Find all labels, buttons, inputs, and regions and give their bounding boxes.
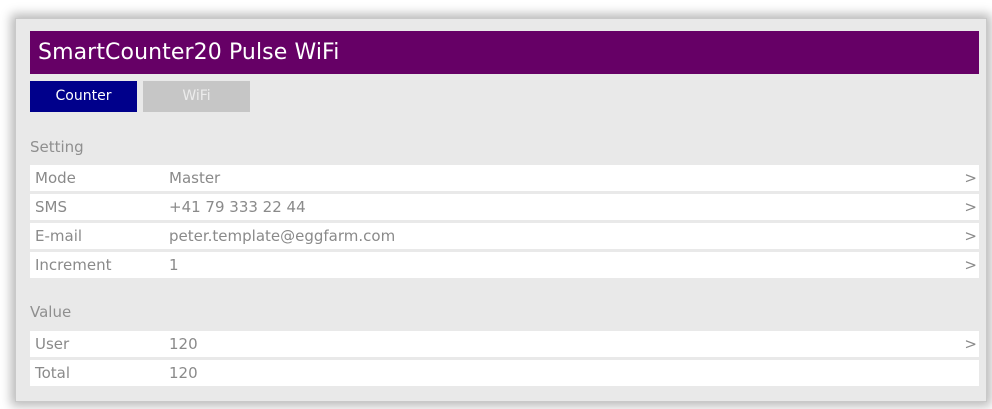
row-value: +41 79 333 22 44 bbox=[169, 198, 306, 216]
chevron-right-icon[interactable]: > bbox=[964, 194, 977, 220]
chevron-right-icon[interactable]: > bbox=[964, 252, 977, 278]
chevron-right-icon[interactable]: > bbox=[964, 165, 977, 191]
value-list: User 120 > Total 120 bbox=[30, 331, 979, 389]
setting-list: Mode Master > SMS +41 79 333 22 44 > E-m… bbox=[30, 165, 979, 281]
setting-row-sms[interactable]: SMS +41 79 333 22 44 > bbox=[30, 194, 979, 220]
tab-counter[interactable]: Counter bbox=[30, 81, 137, 112]
tab-wifi[interactable]: WiFi bbox=[143, 81, 250, 112]
setting-heading: Setting bbox=[30, 138, 84, 156]
row-value: 1 bbox=[169, 256, 179, 274]
row-value: 120 bbox=[169, 364, 198, 382]
value-heading: Value bbox=[30, 303, 72, 321]
row-label: Total bbox=[35, 364, 71, 382]
row-label: Mode bbox=[35, 169, 76, 187]
setting-row-mode[interactable]: Mode Master > bbox=[30, 165, 979, 191]
value-row-user[interactable]: User 120 > bbox=[30, 331, 979, 357]
value-row-total: Total 120 bbox=[30, 360, 979, 386]
row-value: Master bbox=[169, 169, 221, 187]
row-label: SMS bbox=[35, 198, 67, 216]
app-window: SmartCounter20 Pulse WiFi Counter WiFi S… bbox=[15, 18, 987, 402]
row-value: peter.template@eggfarm.com bbox=[169, 227, 396, 245]
row-label: Increment bbox=[35, 256, 112, 274]
setting-row-email[interactable]: E-mail peter.template@eggfarm.com > bbox=[30, 223, 979, 249]
row-label: E-mail bbox=[35, 227, 83, 245]
row-label: User bbox=[35, 335, 70, 353]
chevron-right-icon[interactable]: > bbox=[964, 223, 977, 249]
row-value: 120 bbox=[169, 335, 198, 353]
tab-bar: Counter WiFi bbox=[30, 81, 250, 112]
setting-row-increment[interactable]: Increment 1 > bbox=[30, 252, 979, 278]
chevron-right-icon[interactable]: > bbox=[964, 331, 977, 357]
app-title: SmartCounter20 Pulse WiFi bbox=[30, 31, 979, 74]
